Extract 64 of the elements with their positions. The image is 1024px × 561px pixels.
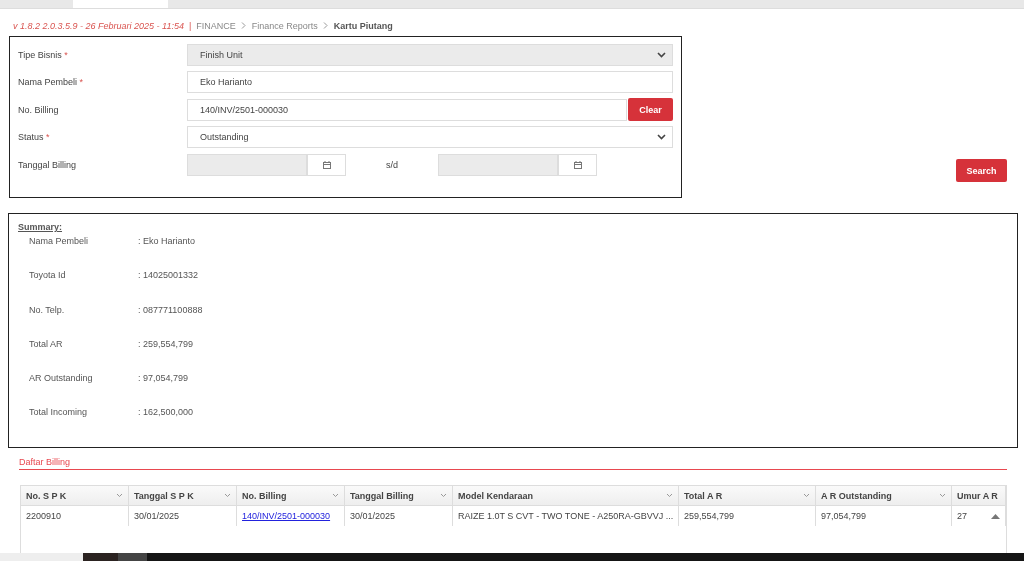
input-field[interactable]: 140/INV/2501-000030 bbox=[187, 98, 627, 121]
chevron-down-icon[interactable] bbox=[803, 493, 810, 498]
column-header[interactable]: A R Outstanding bbox=[816, 486, 952, 506]
table-cell: 259,554,799 bbox=[679, 506, 816, 526]
calendar-icon bbox=[573, 160, 582, 169]
chevron-down-icon[interactable] bbox=[224, 493, 231, 498]
table-cell: 2200910 bbox=[21, 506, 129, 526]
summary-value: : 14025001332 bbox=[138, 270, 199, 283]
summary-label: No. Telp. bbox=[29, 304, 66, 317]
summary-label: Toyota Id bbox=[29, 270, 67, 283]
chevron-down-icon[interactable] bbox=[440, 493, 447, 498]
calendar-button[interactable] bbox=[307, 153, 346, 176]
billing-link[interactable]: 140/INV/2501-000030 bbox=[242, 511, 331, 521]
calendar-button[interactable] bbox=[558, 153, 597, 176]
clear-button[interactable]: Clear bbox=[628, 98, 673, 122]
chevron-right-icon bbox=[240, 22, 247, 29]
chevron-down-icon bbox=[657, 134, 666, 141]
summary-value: : Eko Harianto bbox=[138, 236, 196, 248]
field-label: Nama Pembeli * bbox=[18, 77, 85, 88]
date-field[interactable] bbox=[438, 153, 558, 176]
column-header[interactable]: Tanggal Billing bbox=[345, 486, 453, 506]
table-cell: 97,054,799 bbox=[816, 506, 952, 526]
summary-value: : 087771100888 bbox=[138, 304, 203, 317]
version-text: v 1.8.2 2.0.3.5.9 - 26 Februari 2025 - 11:54 bbox=[13, 20, 184, 31]
breadcrumb-item[interactable]: FINANCE bbox=[196, 20, 236, 31]
scroll-up-icon[interactable] bbox=[991, 513, 1000, 519]
section-title: Daftar Billing bbox=[19, 457, 1007, 470]
table-cell: RAIZE 1.0T S CVT - TWO TONE - A250RA-GBVVJ ... bbox=[453, 506, 679, 526]
field-label: No. Billing bbox=[18, 104, 60, 115]
select-field[interactable]: Outstanding bbox=[187, 126, 673, 149]
column-header[interactable]: Total A R bbox=[679, 486, 816, 506]
date-field[interactable] bbox=[187, 153, 307, 176]
summary-value: : 162,500,000 bbox=[138, 407, 194, 420]
chevron-down-icon[interactable] bbox=[332, 493, 339, 498]
summary-value: : 259,554,799 bbox=[138, 338, 194, 351]
summary-value: : 97,054,799 bbox=[138, 373, 189, 386]
column-header[interactable]: No. S P K bbox=[21, 486, 129, 506]
column-header[interactable]: Model Kendaraan bbox=[453, 486, 679, 506]
field-label: Tanggal Billing bbox=[18, 159, 78, 170]
summary-label: Nama Pembeli bbox=[29, 236, 90, 248]
summary-label: Total Incoming bbox=[29, 407, 89, 420]
search-button[interactable]: Search bbox=[956, 159, 1007, 182]
summary-label: Total AR bbox=[29, 338, 64, 351]
breadcrumb-item[interactable]: Finance Reports bbox=[251, 20, 318, 31]
summary-title: Summary: bbox=[18, 222, 63, 232]
field-label: Status * bbox=[18, 132, 51, 143]
chevron-down-icon[interactable] bbox=[939, 493, 946, 498]
input-field[interactable]: Eko Harianto bbox=[187, 71, 673, 94]
chevron-down-icon bbox=[657, 51, 666, 58]
column-header[interactable]: No. Billing bbox=[237, 486, 345, 506]
range-separator: s/d bbox=[385, 159, 399, 170]
table-cell: 30/01/2025 bbox=[345, 506, 453, 526]
summary-label: AR Outstanding bbox=[29, 373, 94, 386]
column-header[interactable]: Umur A R bbox=[952, 486, 1006, 506]
separator-text: | bbox=[188, 20, 192, 31]
chevron-down-icon[interactable] bbox=[116, 493, 123, 498]
field-label: Tipe Bisnis * bbox=[18, 49, 69, 60]
column-header[interactable]: Tanggal S P K bbox=[129, 486, 237, 506]
chevron-right-icon bbox=[322, 22, 329, 29]
chevron-down-icon[interactable] bbox=[666, 493, 673, 498]
calendar-icon bbox=[322, 160, 331, 169]
table-cell: 30/01/2025 bbox=[129, 506, 237, 526]
breadcrumb-item: Kartu Piutang bbox=[333, 20, 393, 31]
table-cell: 27 bbox=[952, 506, 1006, 526]
